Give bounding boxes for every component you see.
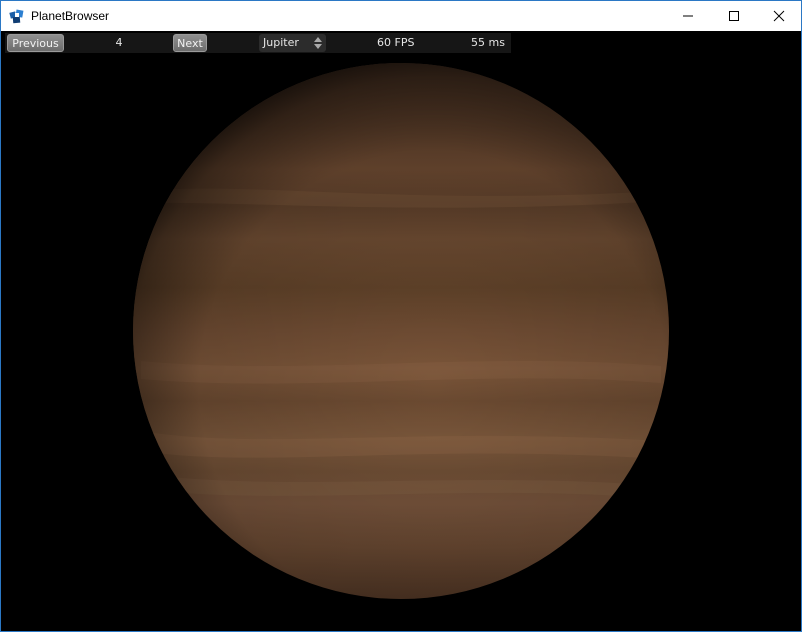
spinner-arrows-icon <box>314 37 322 49</box>
planet-select-value: Jupiter <box>263 36 299 49</box>
app-window: PlanetBrowser Previous 4 Next Jupiter 60… <box>0 0 802 632</box>
planet-select[interactable]: Jupiter <box>259 34 326 52</box>
minimize-icon <box>682 10 694 22</box>
frame-time: 55 ms <box>471 36 505 49</box>
planetbrowser-app-icon <box>9 8 25 24</box>
minimize-button[interactable] <box>665 1 711 31</box>
maximize-button[interactable] <box>711 1 757 31</box>
close-button[interactable] <box>756 1 802 31</box>
close-icon <box>773 10 785 22</box>
window-title: PlanetBrowser <box>31 9 110 23</box>
previous-button[interactable]: Previous <box>7 34 64 52</box>
toolbar: Previous 4 Next Jupiter 60 FPS 55 ms <box>5 33 511 53</box>
title-bar[interactable]: PlanetBrowser <box>1 1 801 31</box>
maximize-icon <box>728 10 740 22</box>
planet-render <box>1 31 801 631</box>
render-viewport[interactable]: Previous 4 Next Jupiter 60 FPS 55 ms <box>1 31 801 631</box>
planet-index: 4 <box>115 36 123 49</box>
fps-counter: 60 FPS <box>377 36 415 49</box>
next-button[interactable]: Next <box>173 34 207 52</box>
